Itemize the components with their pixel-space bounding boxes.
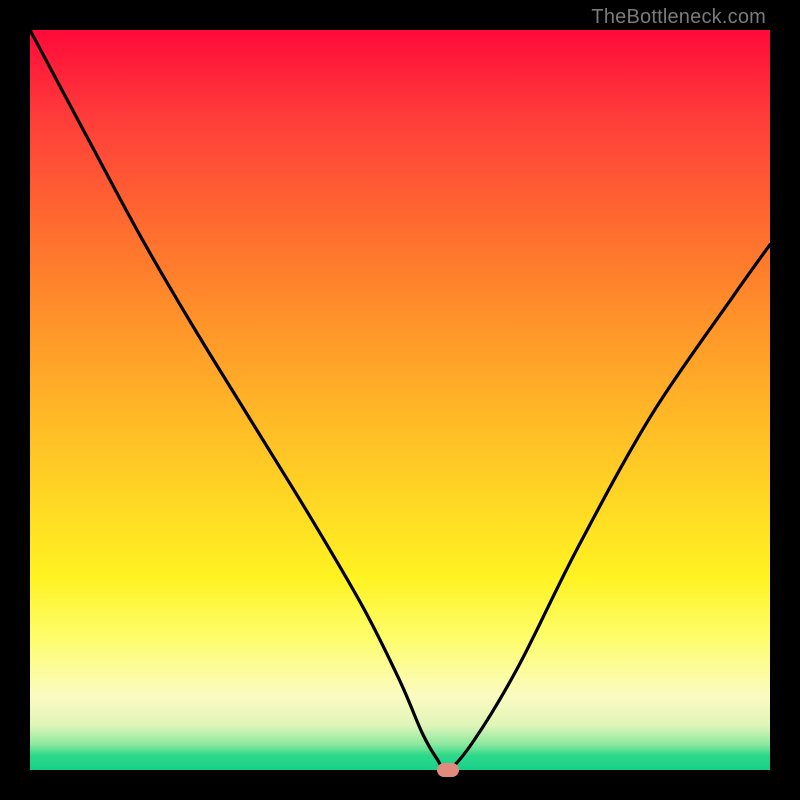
optimum-marker (437, 763, 459, 777)
chart-frame: TheBottleneck.com (0, 0, 800, 800)
bottleneck-curve (30, 30, 770, 770)
plot-area (30, 30, 770, 770)
watermark-text: TheBottleneck.com (591, 6, 766, 29)
